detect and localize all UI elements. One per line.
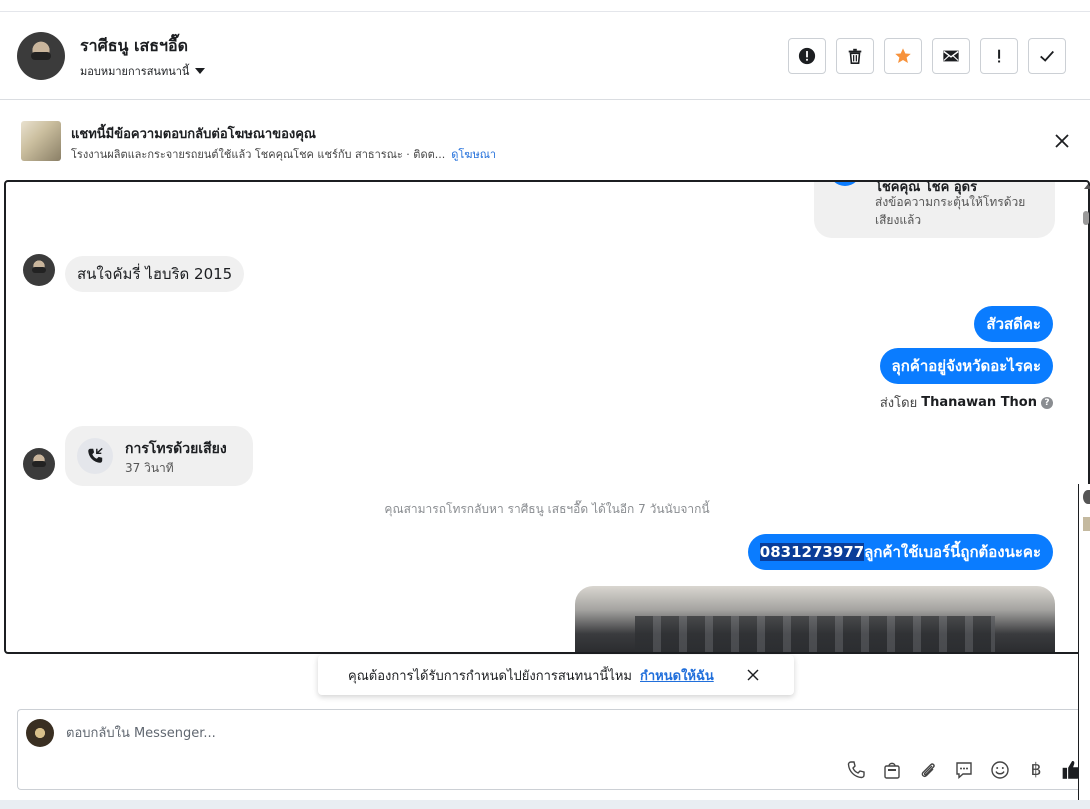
outgoing-message: สัวสดีคะ — [974, 306, 1053, 342]
exclamation-icon — [998, 49, 1001, 63]
ad-thumbnail[interactable] — [21, 121, 61, 161]
baht-icon[interactable]: ฿ — [1024, 758, 1048, 782]
conversation-toolbar — [788, 38, 1066, 74]
sender-avatar[interactable] — [23, 448, 55, 480]
assign-prompt-text: คุณต้องการได้รับการกำหนดไปยังการสนทนานี้… — [348, 668, 632, 684]
sent-by-label: ส่งโดย Thanawan Thon ? — [880, 392, 1053, 413]
message-text: ลูกค้าใช้เบอร์นี้ถูกต้องนะคะ — [864, 543, 1041, 561]
scrollbar[interactable] — [1083, 184, 1090, 225]
adjacent-avatar — [1083, 490, 1090, 504]
conversation-header: ราศีธนู เสธฯอื๊ด มอบหมายการสนทนานี้ — [0, 12, 1090, 100]
assign-prompt-toast: คุณต้องการได้รับการกำหนดไปยังการสนทนานี้… — [318, 655, 794, 695]
view-ad-link[interactable]: ดูโฆษณา — [451, 148, 496, 161]
messenger-reply-input[interactable] — [66, 723, 866, 743]
adjacent-thumbnail — [1083, 517, 1090, 531]
outgoing-message: 0831273977ลูกค้าใช้เบอร์นี้ถูกต้องนะคะ — [747, 534, 1053, 570]
ad-banner-description: โรงงานผลิตและกระจายรถยนต์ใช้แล้ว โชคคุณโ… — [71, 145, 496, 163]
selected-text: 0831273977 — [759, 543, 865, 561]
phone-icon[interactable] — [844, 758, 868, 782]
assign-to-me-link[interactable]: กำหนดให้ฉัน — [640, 665, 714, 686]
chevron-down-icon — [195, 68, 206, 74]
close-icon[interactable] — [1052, 131, 1072, 151]
mark-done-button[interactable] — [1028, 38, 1066, 74]
call-cta-card: โชคคุณ โชค อุดร ส่งข้อความกระตุ้นให้โทรด… — [814, 182, 1055, 238]
paperclip-icon[interactable] — [916, 758, 940, 782]
contact-avatar[interactable] — [17, 32, 65, 80]
star-button[interactable] — [884, 38, 922, 74]
follow-up-button[interactable] — [980, 38, 1018, 74]
engine-photo-attachment[interactable] — [575, 586, 1055, 652]
outgoing-message: ลุกค้าอยู่จังหวัดอะไรคะ — [879, 348, 1053, 384]
envelope-icon — [943, 50, 959, 62]
page-avatar — [26, 719, 54, 747]
message-thread[interactable]: โชคคุณ โชค อุดร ส่งข้อความกระตุ้นให้โทรด… — [4, 180, 1090, 654]
reply-composer: ฿ — [17, 709, 1090, 790]
assign-dropdown[interactable]: มอบหมายการสนทนานี้ — [80, 62, 206, 80]
sent-by-name: Thanawan Thon — [921, 395, 1037, 410]
help-icon[interactable]: ? — [1041, 396, 1053, 409]
ad-description-text: โรงงานผลิตและกระจายรถยนต์ใช้แล้ว โชคคุณโ… — [71, 148, 446, 161]
shopping-bag-icon[interactable] — [880, 758, 904, 782]
delete-button[interactable] — [836, 38, 874, 74]
trash-icon — [848, 48, 862, 65]
saved-reply-icon[interactable] — [952, 758, 976, 782]
ad-reply-banner: แชทนี้มีข้อความตอบกลับต่อโฆษณาของคุณ โรง… — [0, 101, 1090, 179]
emoji-icon[interactable] — [988, 758, 1012, 782]
sent-by-prefix: ส่งโดย — [879, 396, 918, 411]
bottom-strip — [0, 800, 1090, 809]
assign-label: มอบหมายการสนทนานี้ — [80, 65, 190, 78]
voice-call-duration: 37 วินาที — [125, 461, 174, 475]
adjacent-panel-edge — [1078, 484, 1090, 808]
alert-circle-icon — [798, 47, 816, 65]
voice-call-card[interactable]: การโทรด้วยเสียง 37 วินาที — [65, 426, 253, 486]
top-divider — [0, 0, 1090, 12]
incoming-message: สนใจคัมรี่ ไฮบริด 2015 — [65, 256, 245, 292]
sender-avatar[interactable] — [23, 254, 55, 286]
callback-notice: คุณสามารถโทรกลับหา ราศีธนู เสธฯอื๊ด ได้ใ… — [384, 502, 710, 516]
contact-name[interactable]: ราศีธนู เสธฯอื๊ด — [80, 34, 188, 59]
scrollbar-thumb[interactable] — [1083, 211, 1089, 225]
ad-banner-title: แชทนี้มีข้อความตอบกลับต่อโฆษณาของคุณ — [71, 127, 316, 142]
close-icon[interactable] — [746, 668, 760, 682]
mark-unread-button[interactable] — [932, 38, 970, 74]
voice-call-title: การโทรด้วยเสียง — [125, 441, 227, 457]
check-icon — [1040, 50, 1054, 62]
messenger-inbox-conversation: ราศีธนู เสธฯอื๊ด มอบหมายการสนทนานี้ แชทน… — [0, 0, 1090, 809]
call-cta-description: ส่งข้อความกระตุ้นให้โทรด้วยเสียงแล้ว — [875, 195, 1026, 227]
mark-spam-button[interactable] — [788, 38, 826, 74]
star-icon — [895, 48, 911, 64]
composer-toolbar: ฿ — [844, 758, 1084, 782]
cta-icon — [829, 182, 861, 186]
scroll-up-arrow-icon[interactable] — [1084, 184, 1090, 189]
missed-call-icon — [77, 438, 113, 474]
